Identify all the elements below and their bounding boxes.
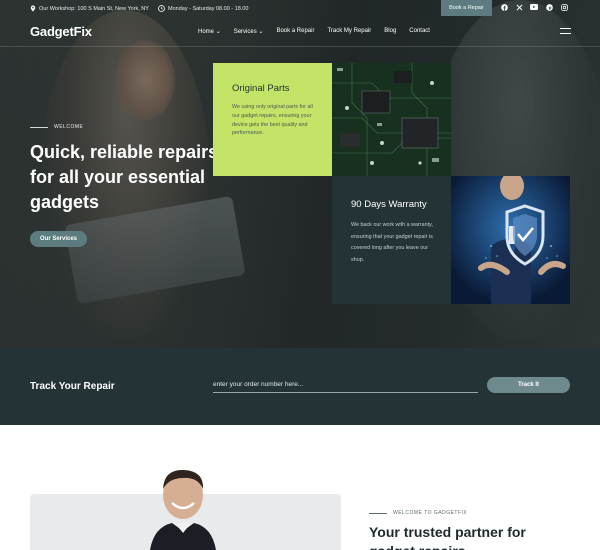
topbar-address: Our Workshop: 100 S Main St, New York, N… [30, 5, 149, 12]
nav-item-book-repair[interactable]: Book a Repair [276, 28, 314, 35]
nav-item-home[interactable]: Home ⌄ [198, 28, 221, 35]
track-repair-title: Track Your Repair [30, 381, 115, 392]
track-it-button[interactable]: Track It [487, 377, 570, 393]
location-pin-icon [30, 5, 36, 12]
chevron-down-icon: ⌄ [258, 29, 264, 35]
nav-item-services[interactable]: Services ⌄ [234, 28, 264, 35]
site-logo[interactable]: GadgetFix [30, 24, 92, 39]
track-repair-section: Track Your Repair Track It [0, 348, 600, 425]
nav-item-home-label: Home [198, 29, 215, 35]
hero-eyebrow-text: WELCOME [54, 124, 84, 130]
nav-item-services-label: Services [233, 29, 257, 35]
about-eyebrow-text: WELCOME TO GADGETFIX [393, 510, 468, 516]
hero-title: Quick, reliable repairs for all your ess… [30, 142, 219, 212]
original-parts-text: We using only original parts for all our… [232, 104, 313, 137]
main-nav: GadgetFix Home ⌄ Services ⌄ Book a Repai… [0, 18, 600, 46]
instagram-icon[interactable] [560, 3, 568, 11]
pinterest-icon[interactable] [545, 3, 553, 11]
about-section: WELCOME TO GADGETFIX Your trusted partne… [0, 425, 600, 550]
x-icon[interactable] [515, 3, 523, 11]
nav-item-contact[interactable]: Contact [409, 28, 430, 35]
shield-protection-image [451, 176, 570, 304]
nav-divider [0, 46, 600, 47]
about-eyebrow: WELCOME TO GADGETFIX [369, 510, 467, 516]
youtube-icon[interactable] [530, 3, 538, 11]
order-number-input[interactable] [213, 376, 478, 393]
topbar-address-text: Our Workshop: 100 S Main St, New York, N… [39, 5, 149, 12]
nav-item-blog[interactable]: Blog [384, 28, 396, 35]
about-title: Your trusted partner for gadget repairs [369, 524, 526, 550]
original-parts-title: Original Parts [232, 83, 290, 94]
topbar: Our Workshop: 100 S Main St, New York, N… [0, 0, 600, 16]
warranty-text: We back our work with a warranty, ensuri… [351, 222, 433, 263]
our-services-button[interactable]: Our Services [30, 231, 87, 247]
chevron-down-icon: ⌄ [215, 29, 221, 35]
eyebrow-line [369, 512, 387, 514]
social-links [500, 3, 568, 11]
original-parts-card: Original Parts We using only original pa… [213, 63, 332, 176]
circuit-board-image [332, 63, 451, 176]
hero-eyebrow: WELCOME [30, 124, 83, 130]
topbar-hours: Monday - Saturday 08.00 - 18.00 [158, 5, 248, 12]
nav-item-track-repair[interactable]: Track My Repair [327, 28, 371, 35]
facebook-icon[interactable] [500, 3, 508, 11]
clock-icon [158, 5, 165, 12]
warranty-title: 90 Days Warranty [351, 199, 427, 210]
warranty-card: 90 Days Warranty We back our work with a… [332, 176, 451, 304]
book-repair-top-button[interactable]: Book a Repair [441, 0, 492, 16]
nav-menu: Home ⌄ Services ⌄ Book a Repair Track My… [198, 28, 430, 35]
eyebrow-line [30, 126, 48, 128]
technician-photo [150, 465, 216, 550]
topbar-hours-text: Monday - Saturday 08.00 - 18.00 [168, 5, 249, 12]
hamburger-menu-icon[interactable] [560, 28, 571, 38]
